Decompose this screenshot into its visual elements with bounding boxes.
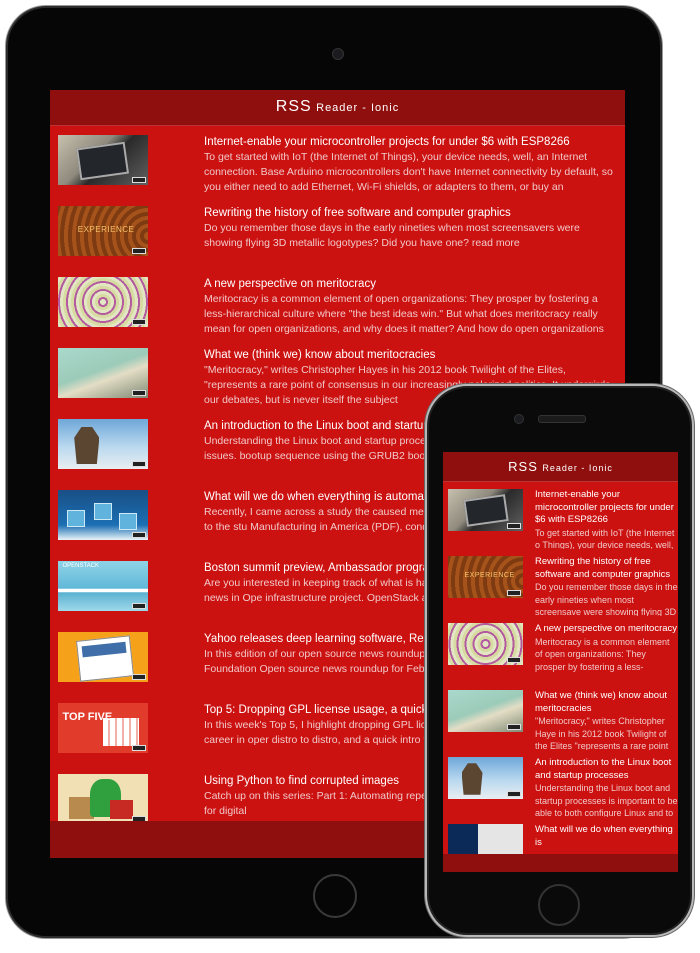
article-text: An introduction to the Linux boot and st… xyxy=(535,757,678,817)
cc-license-badge xyxy=(132,177,146,183)
article-list-item[interactable]: Internet-enable your microcontroller pro… xyxy=(50,126,625,197)
stairs-thumb xyxy=(58,348,148,398)
iphone-device: RSS Reader - Ionic Internet-enable your … xyxy=(425,384,694,937)
article-summary: Understanding the Linux boot and startup… xyxy=(535,783,678,817)
article-text: Rewriting the history of free software a… xyxy=(204,206,614,268)
article-title[interactable]: Internet-enable your microcontroller pro… xyxy=(204,135,614,150)
ipad-header-bar: RSS Reader - Ionic xyxy=(50,90,625,126)
mandala-thumb xyxy=(448,623,523,665)
iphone-speaker xyxy=(538,415,586,423)
article-list-item[interactable]: What will we do when everything is xyxy=(443,817,678,854)
article-list-item[interactable]: EXPERIENCE Rewriting the history of free … xyxy=(50,197,625,268)
cc-license-badge xyxy=(132,390,146,396)
article-title[interactable]: Internet-enable your microcontroller pro… xyxy=(535,489,678,527)
article-text: Rewriting the history of free software a… xyxy=(535,556,678,616)
iphone-header-bar: RSS Reader - Ionic xyxy=(443,452,678,482)
mandala-thumb xyxy=(58,277,148,327)
cc-license-badge xyxy=(132,532,146,538)
article-list-item[interactable]: A new perspective on meritocracy Meritocr… xyxy=(443,616,678,683)
cc-license-badge xyxy=(507,590,521,596)
app-title-main: RSS xyxy=(508,459,538,474)
cc-license-badge xyxy=(132,461,146,467)
article-title[interactable]: What we (think we) know about meritocrac… xyxy=(535,690,678,715)
experience-wood-thumb: EXPERIENCE xyxy=(58,206,148,256)
cubes-thumb xyxy=(58,490,148,540)
blank-thumb xyxy=(448,824,523,854)
article-title[interactable]: What will we do when everything is xyxy=(535,824,678,849)
cc-license-badge xyxy=(132,745,146,751)
article-text: What we (think we) know about meritocrac… xyxy=(535,690,678,750)
thumb-label: EXPERIENCE xyxy=(77,225,135,234)
article-text: Internet-enable your microcontroller pro… xyxy=(535,489,678,549)
castle-thumb xyxy=(448,757,523,799)
cc-license-badge xyxy=(132,674,146,680)
top-five-thumb: TOP FIVE xyxy=(58,703,148,753)
cc-license-badge xyxy=(507,791,521,797)
article-list-item[interactable]: What we (think we) know about meritocrac… xyxy=(443,683,678,750)
python-thumb xyxy=(58,774,148,821)
article-list-item[interactable]: Internet-enable your microcontroller pro… xyxy=(443,482,678,549)
castle-thumb xyxy=(58,419,148,469)
article-text: A new perspective on meritocracy Meritocr… xyxy=(204,277,614,339)
circuit-board-thumb xyxy=(58,135,148,185)
article-text: Internet-enable your microcontroller pro… xyxy=(204,135,614,197)
stairs-thumb xyxy=(448,690,523,732)
cc-license-badge xyxy=(132,319,146,325)
app-title-sub: Reader - Ionic xyxy=(542,463,613,473)
iphone-home-button[interactable] xyxy=(538,884,580,926)
article-title[interactable]: Rewriting the history of free software a… xyxy=(204,206,614,221)
article-summary: Meritocracy is a common element of open … xyxy=(535,636,670,672)
openstack-thumb: OPENSTACK xyxy=(58,561,148,611)
article-title[interactable]: A new perspective on meritocracy xyxy=(535,623,678,636)
cc-license-badge xyxy=(507,657,521,663)
article-text: What will we do when everything is xyxy=(535,824,678,854)
article-summary: Meritocracy is a common element of open … xyxy=(204,293,604,335)
cc-license-badge xyxy=(507,523,521,529)
article-title[interactable]: What we (think we) know about meritocrac… xyxy=(204,348,614,363)
thumb-label: EXPERIENCE xyxy=(464,571,515,579)
app-title-main: RSS xyxy=(275,98,312,115)
cc-license-badge xyxy=(132,248,146,254)
article-list-item[interactable]: An introduction to the Linux boot and st… xyxy=(443,750,678,817)
article-text: A new perspective on meritocracy Meritocr… xyxy=(535,623,678,683)
experience-wood-thumb: EXPERIENCE xyxy=(448,556,523,598)
cc-license-badge xyxy=(132,603,146,609)
magazine-thumb xyxy=(58,632,148,682)
cc-license-badge xyxy=(507,724,521,730)
thumb-label: TOP FIVE xyxy=(62,711,113,723)
iphone-article-list[interactable]: Internet-enable your microcontroller pro… xyxy=(443,482,678,854)
article-summary: To get started with IoT (the Internet of… xyxy=(204,151,613,193)
ipad-camera xyxy=(332,48,344,60)
article-list-item[interactable]: EXPERIENCE Rewriting the history of free … xyxy=(443,549,678,616)
article-title[interactable]: An introduction to the Linux boot and st… xyxy=(535,757,678,782)
article-list-item[interactable]: A new perspective on meritocracy Meritocr… xyxy=(50,268,625,339)
circuit-board-thumb xyxy=(448,489,523,531)
article-summary: To get started with IoT (the Internet o … xyxy=(535,527,675,550)
article-title[interactable]: A new perspective on meritocracy xyxy=(204,277,614,292)
thumb-label: OPENSTACK xyxy=(62,563,100,569)
article-summary: Do you remember those days in the early … xyxy=(204,222,580,249)
ipad-home-button[interactable] xyxy=(313,874,357,918)
article-summary: "Meritocracy," writes Christopher Haye i… xyxy=(535,716,669,750)
iphone-screen: RSS Reader - Ionic Internet-enable your … xyxy=(443,452,678,872)
article-summary: Do you remember those days in the early … xyxy=(535,582,678,616)
article-title[interactable]: Rewriting the history of free software a… xyxy=(535,556,678,581)
iphone-camera xyxy=(514,414,524,424)
app-title-sub: Reader - Ionic xyxy=(316,102,400,114)
iphone-footer-bar xyxy=(443,854,678,872)
